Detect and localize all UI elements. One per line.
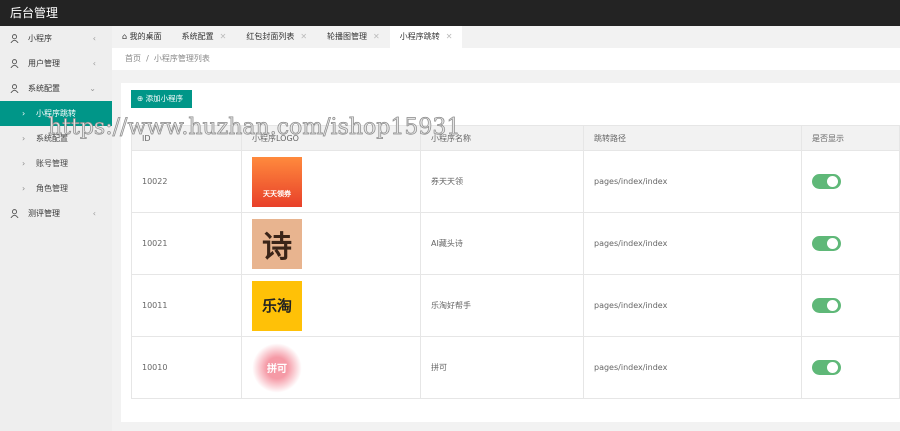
sidebar-sub-miniprogram-jump[interactable]: › 小程序跳转 (0, 101, 112, 126)
show-toggle[interactable] (812, 360, 841, 375)
tab-label: 红包封面列表 (246, 32, 295, 41)
close-icon[interactable]: ✕ (446, 32, 453, 41)
sidebar-item-users[interactable]: 用户管理 ‹ (0, 51, 112, 76)
chevron-left-icon: ‹ (92, 59, 96, 68)
user-icon (10, 59, 19, 68)
cell-id: 10011 (131, 274, 242, 337)
add-miniprogram-button[interactable]: ⊕ 添加小程序 (131, 90, 192, 108)
col-id: ID (131, 125, 242, 151)
close-icon[interactable]: ✕ (220, 32, 227, 41)
sidebar-item-label: 账号管理 (36, 159, 68, 168)
sidebar-sub-accounts[interactable]: › 账号管理 (0, 151, 112, 176)
content-card: ⊕ 添加小程序 ID 小程序LOGO 小程序名称 跳转路径 是否显示 10022… (121, 83, 900, 422)
show-toggle[interactable] (812, 236, 841, 251)
logo-text: 乐淘 (261, 297, 292, 315)
sidebar: 小程序 ‹ 用户管理 ‹ 系统配置 ⌄ › 小程序跳转 › 系统配置 › 账号管理 › 角色管… (0, 26, 112, 431)
breadcrumb-home[interactable]: 首页 (125, 54, 141, 63)
close-icon[interactable]: ✕ (373, 32, 380, 41)
breadcrumb-current: 小程序管理列表 (153, 54, 210, 63)
sidebar-item-label: 用户管理 (28, 59, 60, 68)
tab-label: 系统配置 (181, 32, 214, 41)
cell-id: 10010 (131, 336, 242, 399)
cell-name: 乐淘好帮手 (420, 274, 584, 337)
app-title: 后台管理 (0, 0, 900, 26)
chevron-down-icon: ⌄ (89, 84, 96, 93)
user-icon (10, 34, 19, 43)
chevron-left-icon: ‹ (92, 209, 96, 218)
table-row: 10021 诗 AI藏头诗 pages/index/index (131, 212, 900, 275)
tab-carousel[interactable]: 轮播图管理 ✕ (317, 26, 390, 48)
cell-path: pages/index/index (583, 150, 802, 213)
sidebar-item-label: 测评管理 (28, 209, 60, 218)
logo-text: 天天领券 (263, 189, 291, 198)
tab-label: 我的桌面 (129, 32, 162, 41)
sidebar-item-evaluation[interactable]: 测评管理 ‹ (0, 201, 112, 226)
miniprogram-table: ID 小程序LOGO 小程序名称 跳转路径 是否显示 10022 天天领券 券天天领… (131, 125, 900, 399)
logo-text: 诗 (262, 229, 292, 265)
col-name: 小程序名称 (420, 125, 584, 151)
logo-image: 天天领券 (252, 156, 302, 207)
cell-path: pages/index/index (583, 336, 802, 399)
logo-text: 拼可 (267, 364, 287, 375)
logo-image: 乐淘 (252, 280, 302, 331)
cell-path: pages/index/index (583, 274, 802, 337)
tab-desktop[interactable]: ⌂ 我的桌面 (112, 26, 172, 48)
sidebar-sub-roles[interactable]: › 角色管理 (0, 176, 112, 201)
button-label: 添加小程序 (145, 94, 184, 103)
cell-path: pages/index/index (583, 212, 802, 275)
chevron-left-icon: ‹ (92, 34, 96, 43)
col-show: 是否显示 (801, 125, 900, 151)
plus-circle-icon: ⊕ (137, 94, 146, 103)
logo-image: 拼可 (252, 342, 302, 393)
chevron-right-icon: › (22, 159, 26, 168)
tab-miniprogram-jump[interactable]: 小程序跳转 ✕ (389, 26, 463, 48)
tab-label: 轮播图管理 (327, 32, 368, 41)
table-row: 10022 天天领券 券天天领 pages/index/index (131, 150, 900, 213)
col-path: 跳转路径 (583, 125, 802, 151)
show-toggle[interactable] (812, 298, 841, 313)
sidebar-item-label: 系统配置 (36, 134, 68, 143)
logo-image: 诗 (252, 218, 302, 269)
sidebar-item-label: 小程序 (28, 34, 52, 43)
breadcrumb: 首页 / 小程序管理列表 (112, 48, 900, 70)
cell-name: 券天天领 (420, 150, 584, 213)
tab-red-packet[interactable]: 红包封面列表 ✕ (236, 26, 317, 48)
tab-system-config[interactable]: 系统配置 ✕ (172, 26, 237, 48)
user-icon (10, 84, 19, 93)
sidebar-sub-system-config[interactable]: › 系统配置 (0, 126, 112, 151)
col-logo: 小程序LOGO (241, 125, 421, 151)
cell-name: 拼可 (420, 336, 584, 399)
home-icon: ⌂ (122, 32, 130, 41)
breadcrumb-separator: / (146, 54, 149, 63)
sidebar-item-system[interactable]: 系统配置 ⌄ (0, 76, 112, 101)
tab-label: 小程序跳转 (399, 32, 440, 41)
user-icon (10, 209, 19, 218)
table-row: 10011 乐淘 乐淘好帮手 pages/index/index (131, 274, 900, 337)
sidebar-item-miniprogram[interactable]: 小程序 ‹ (0, 26, 112, 51)
chevron-right-icon: › (22, 134, 26, 143)
show-toggle[interactable] (812, 174, 841, 189)
tab-bar: ⌂ 我的桌面 系统配置 ✕ 红包封面列表 ✕ 轮播图管理 ✕ 小程序跳转 ✕ (112, 26, 900, 48)
chevron-right-icon: › (22, 184, 26, 193)
cell-id: 10022 (131, 150, 242, 213)
table-row: 10010 拼可 拼可 pages/index/index (131, 336, 900, 399)
sidebar-item-label: 系统配置 (28, 84, 60, 93)
chevron-right-icon: › (22, 109, 26, 118)
close-icon[interactable]: ✕ (300, 32, 307, 41)
cell-id: 10021 (131, 212, 242, 275)
sidebar-item-label: 角色管理 (36, 184, 68, 193)
cell-name: AI藏头诗 (420, 212, 584, 275)
sidebar-item-label: 小程序跳转 (36, 109, 76, 118)
